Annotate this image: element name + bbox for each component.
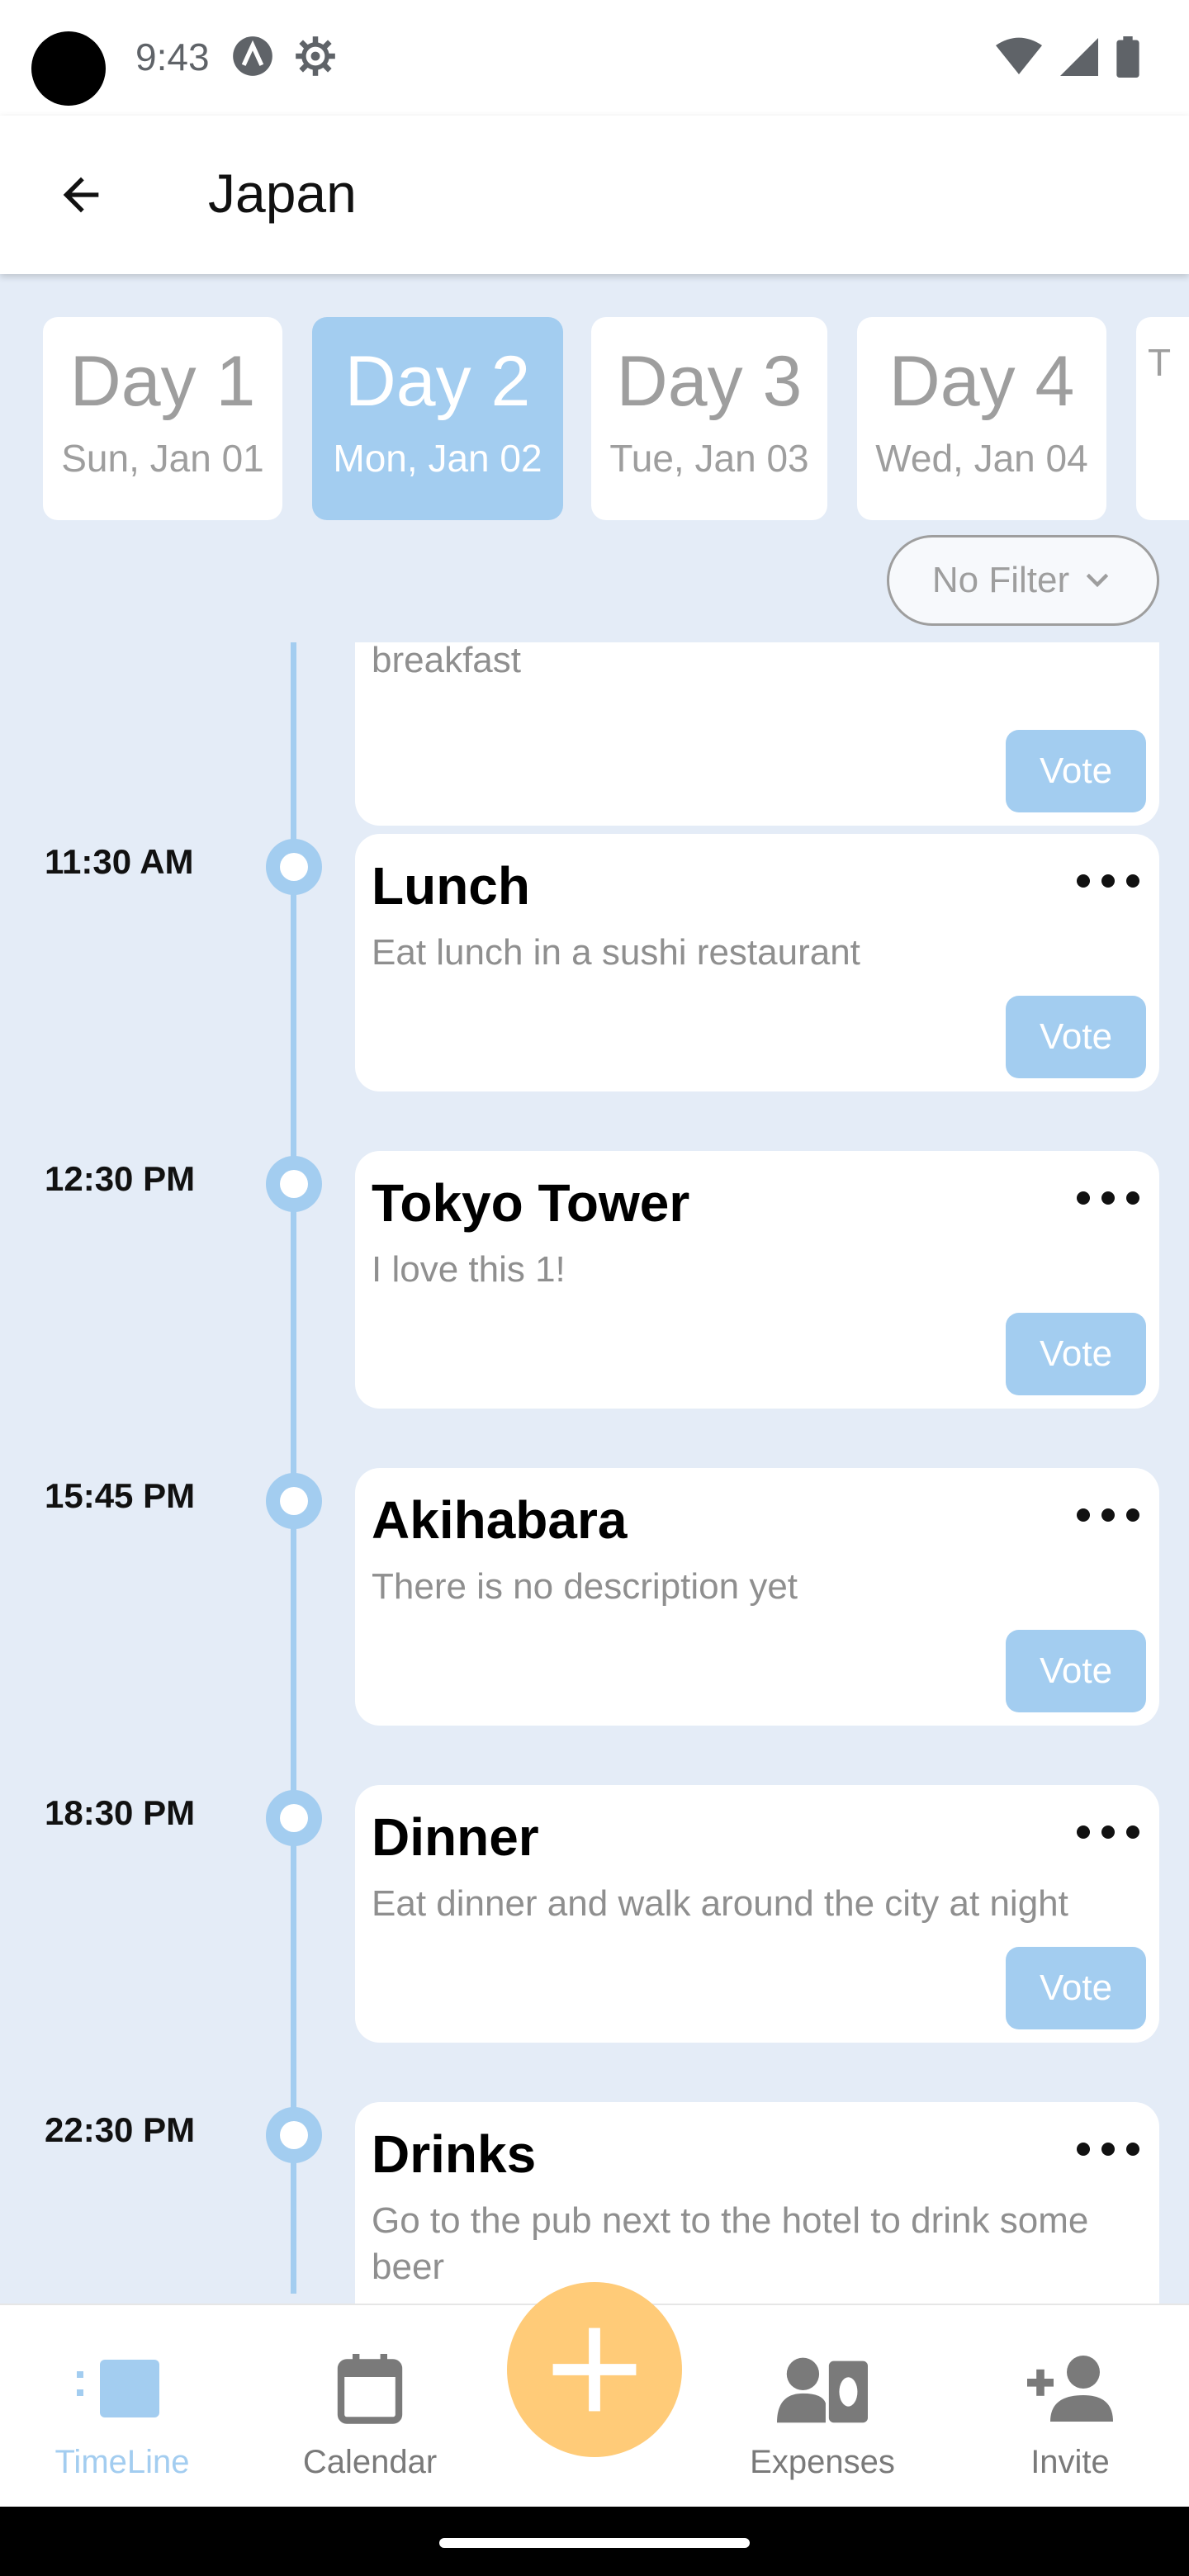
day-tab-2[interactable]: Day 2 Mon, Jan 02 — [312, 317, 563, 520]
event-card-drinks[interactable]: Drinks Go to the pub next to the hotel t… — [355, 2102, 1159, 2304]
nav-label: Expenses — [750, 2444, 895, 2480]
event-description: breakfast — [372, 642, 521, 680]
event-title: Lunch — [372, 856, 530, 916]
system-indicators — [996, 36, 1139, 78]
event-card-dinner[interactable]: Dinner Eat dinner and walk around the ci… — [355, 1785, 1159, 2043]
vote-button[interactable]: Vote — [1006, 1313, 1146, 1395]
day-tab-4[interactable]: Day 4 Wed, Jan 04 — [857, 317, 1106, 520]
day-tab-date: T — [1148, 341, 1172, 384]
more-options-icon[interactable] — [1077, 869, 1139, 893]
wifi-icon — [996, 37, 1042, 74]
event-description: I love this 1! — [372, 1249, 566, 1290]
event-card-tokyo-tower[interactable]: Tokyo Tower I love this 1! Vote — [355, 1151, 1159, 1409]
more-options-icon[interactable] — [1077, 1503, 1139, 1527]
timeline-icon — [77, 2343, 168, 2434]
event-title: Tokyo Tower — [372, 1173, 690, 1233]
camera-cutout — [31, 31, 106, 106]
nav-calendar[interactable]: Calendar — [251, 2305, 489, 2508]
plus-icon — [552, 2327, 637, 2412]
timeline-dot — [266, 1790, 322, 1846]
vote-button[interactable]: Vote — [1006, 996, 1146, 1078]
cellular-signal-icon — [1060, 38, 1098, 76]
event-time: 22:30 PM — [45, 2110, 196, 2149]
settings-gear-icon — [296, 36, 335, 76]
more-options-icon[interactable] — [1077, 1820, 1139, 1844]
vote-button[interactable]: Vote — [1006, 730, 1146, 812]
nav-label: Invite — [1030, 2444, 1110, 2480]
add-event-button[interactable] — [507, 2282, 682, 2457]
status-time: 9:43 — [135, 36, 210, 78]
timeline-dot — [266, 2107, 322, 2163]
page-title: Japan — [208, 163, 357, 224]
filter-label: No Filter — [931, 560, 1070, 600]
day-tab-1[interactable]: Day 1 Sun, Jan 01 — [43, 317, 282, 520]
timeline-dot — [266, 1156, 322, 1212]
day-tab-5[interactable]: T — [1136, 317, 1189, 520]
day-tab-date: Mon, Jan 02 — [333, 437, 542, 480]
arrow-back-icon — [63, 177, 99, 213]
system-navigation-bar — [0, 2507, 1189, 2576]
event-card-lunch[interactable]: Lunch Eat lunch in a sushi restaurant Vo… — [355, 834, 1159, 1091]
more-options-icon[interactable] — [1077, 1186, 1139, 1210]
day-tab-day: Day 2 — [344, 342, 531, 421]
nav-invite[interactable]: Invite — [951, 2305, 1189, 2508]
app-bar: Japan — [0, 116, 1189, 274]
day-tab-date: Tue, Jan 03 — [609, 437, 809, 480]
event-title: Dinner — [372, 1807, 539, 1867]
nav-label: TimeLine — [54, 2444, 190, 2480]
expenses-icon — [777, 2343, 868, 2434]
nav-timeline[interactable]: TimeLine — [3, 2305, 241, 2508]
filter-dropdown[interactable]: No Filter — [887, 535, 1159, 626]
event-title: Drinks — [372, 2124, 537, 2184]
status-bar: 9:43 — [0, 0, 1189, 116]
day-tab-day: Day 3 — [616, 342, 803, 421]
vote-button[interactable]: Vote — [1006, 1630, 1146, 1712]
event-time: 15:45 PM — [45, 1476, 196, 1515]
chevron-down-icon — [1086, 573, 1109, 588]
calendar-icon — [324, 2343, 415, 2434]
event-description: Go to the pub next to the hotel to drink… — [372, 2200, 1089, 2287]
vote-button[interactable]: Vote — [1006, 1947, 1146, 2029]
day-tab-day: Day 1 — [69, 342, 256, 421]
event-description: There is no description yet — [372, 1566, 798, 1607]
day-tab-3[interactable]: Day 3 Tue, Jan 03 — [591, 317, 827, 520]
timeline: breakfast Vote 11:30 AM Lunch Eat lunch … — [0, 642, 1189, 2304]
event-description: Eat dinner and walk around the city at n… — [372, 1883, 1068, 1924]
day-tab-day: Day 4 — [888, 342, 1075, 421]
day-tabs: Day 1 Sun, Jan 01 Day 2 Mon, Jan 02 Day … — [0, 317, 1189, 520]
back-button[interactable] — [41, 155, 121, 234]
event-time: 12:30 PM — [45, 1159, 196, 1198]
person-add-icon — [1025, 2343, 1116, 2434]
event-time: 18:30 PM — [45, 1793, 196, 1832]
home-gesture-handle[interactable] — [439, 2538, 750, 2548]
event-card-akihabara[interactable]: Akihabara There is no description yet Vo… — [355, 1468, 1159, 1726]
event-card-breakfast[interactable]: breakfast Vote — [355, 642, 1159, 826]
day-tab-date: Wed, Jan 04 — [875, 437, 1088, 480]
nav-expenses[interactable]: Expenses — [703, 2305, 941, 2508]
nav-label: Calendar — [302, 2444, 438, 2480]
battery-icon — [1116, 36, 1139, 78]
app-notification-icon — [233, 36, 272, 76]
event-time: 11:30 AM — [45, 842, 194, 881]
more-options-icon[interactable] — [1077, 2137, 1139, 2162]
timeline-dot — [266, 1473, 322, 1529]
day-tab-date: Sun, Jan 01 — [61, 437, 264, 480]
event-title: Akihabara — [372, 1490, 628, 1550]
event-description: Eat lunch in a sushi restaurant — [372, 932, 860, 973]
timeline-dot — [266, 839, 322, 895]
